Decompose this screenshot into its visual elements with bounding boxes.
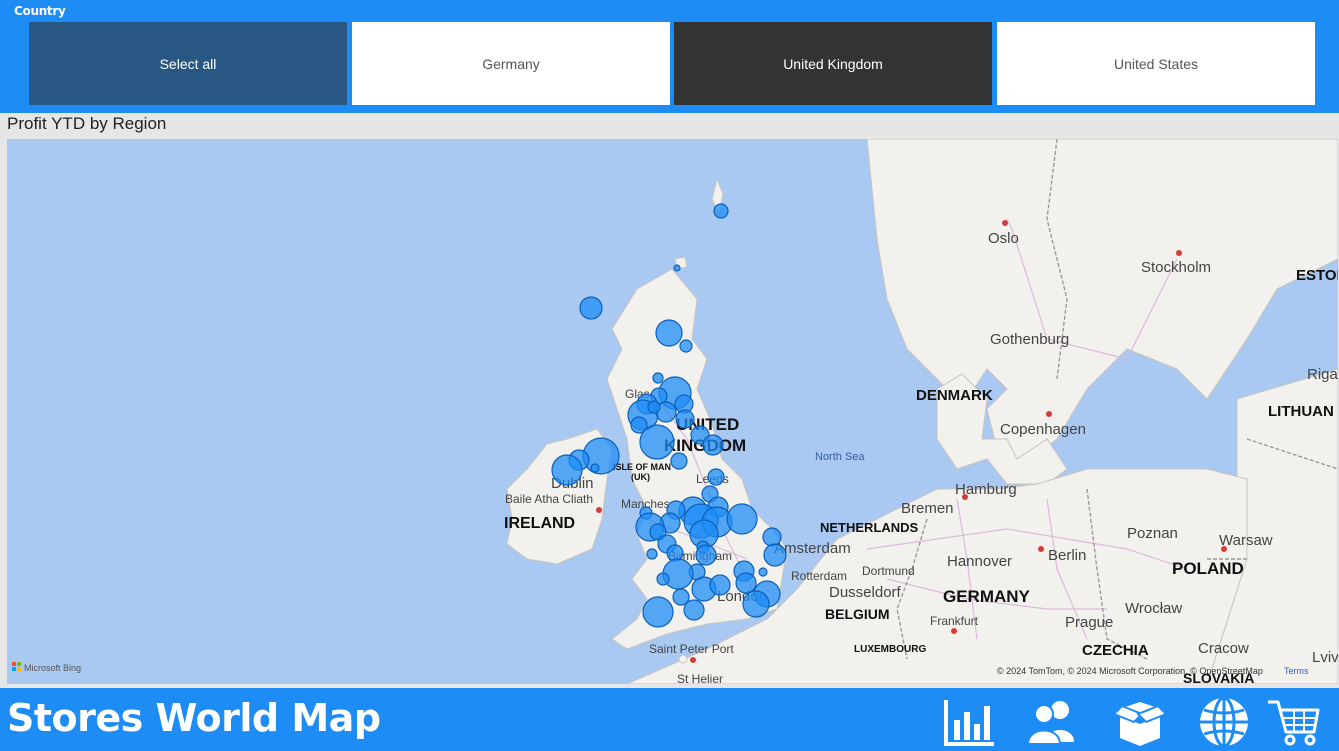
slicer-option-select-all[interactable]: Select all: [29, 22, 347, 105]
label-poland: POLAND: [1172, 559, 1244, 578]
bubble[interactable]: [683, 599, 705, 621]
slicer-option-united-kingdom[interactable]: United Kingdom: [674, 22, 992, 105]
bubble[interactable]: [707, 468, 725, 486]
box-icon[interactable]: [1112, 696, 1168, 748]
bubble[interactable]: [655, 319, 683, 347]
bubble[interactable]: [646, 548, 658, 560]
bubble[interactable]: [726, 503, 758, 535]
label-belgium: BELGIUM: [825, 606, 890, 622]
bubble[interactable]: [713, 203, 729, 219]
label-dusseldorf: Dusseldorf: [829, 584, 902, 601]
label-bremen: Bremen: [901, 500, 954, 517]
label-berlin: Berlin: [1048, 547, 1086, 564]
bubble[interactable]: [662, 558, 694, 590]
label-gothenburg: Gothenburg: [990, 331, 1069, 348]
bubble[interactable]: [679, 339, 693, 353]
label-ireland: IRELAND: [504, 515, 575, 532]
label-saint-peter-port: Saint Peter Port: [649, 642, 734, 656]
bubble[interactable]: [735, 572, 757, 594]
cart-icon[interactable]: [1266, 696, 1322, 748]
label-germany: GERMANY: [943, 587, 1031, 606]
bubble[interactable]: [579, 296, 603, 320]
label-rotterdam: Rotterdam: [791, 569, 847, 583]
slicer-option-germany[interactable]: Germany: [352, 22, 670, 105]
bubble-layer[interactable]: [551, 203, 787, 628]
bubble[interactable]: [656, 572, 670, 586]
bar-chart-icon[interactable]: [942, 696, 998, 748]
slicer-option-united-states[interactable]: United States: [997, 22, 1315, 105]
label-stockholm: Stockholm: [1141, 259, 1211, 276]
label-prague: Prague: [1065, 614, 1113, 631]
label-oslo: Oslo: [988, 230, 1019, 247]
label-wroclaw: Wrocław: [1125, 600, 1182, 617]
globe-icon[interactable]: [1196, 696, 1252, 748]
bubble[interactable]: [590, 463, 600, 473]
bubble[interactable]: [551, 454, 583, 486]
label-hannover: Hannover: [947, 553, 1012, 570]
label-north-sea: North Sea: [815, 451, 865, 463]
label-lithuan: LITHUAN: [1268, 403, 1334, 420]
label-netherlands: NETHERLANDS: [820, 520, 919, 535]
bubble[interactable]: [758, 567, 768, 577]
bubble[interactable]: [763, 543, 787, 567]
label-cracow: Cracow: [1198, 640, 1249, 657]
slicer-option-label: Select all: [159, 55, 217, 72]
label-eston: ESTON: [1296, 267, 1338, 284]
map-attribution: © 2024 TomTom, © 2024 Microsoft Corporat…: [997, 666, 1263, 676]
label-dortmund: Dortmund: [862, 564, 915, 578]
map-canvas[interactable]: Oslo Stockholm ESTON Riga Gothenburg DEN…: [7, 139, 1338, 684]
footer-bar: Stores World Map: [0, 688, 1339, 751]
map-visual[interactable]: Oslo Stockholm ESTON Riga Gothenburg DEN…: [7, 139, 1338, 684]
bubble[interactable]: [762, 527, 782, 547]
label-poznan: Poznan: [1127, 525, 1178, 542]
page-title: Stores World Map: [7, 696, 381, 740]
bubble[interactable]: [695, 544, 717, 566]
users-icon[interactable]: [1024, 696, 1080, 748]
label-st-helier: St Helier: [677, 672, 723, 684]
bubble[interactable]: [666, 544, 684, 562]
bubble[interactable]: [670, 452, 688, 470]
bubble[interactable]: [709, 574, 731, 596]
bing-logo: Microsoft Bing: [12, 662, 81, 673]
country-slicer: Country Select all Germany United Kingdo…: [0, 0, 1339, 113]
label-warsaw: Warsaw: [1219, 532, 1273, 549]
slicer-option-label: United States: [1113, 55, 1199, 72]
slicer-title: Country: [14, 4, 66, 18]
bubble[interactable]: [742, 590, 770, 618]
label-frankfurt: Frankfurt: [930, 614, 979, 628]
label-isle-of-man-1: ISLE OF MAN: [613, 462, 671, 472]
bubble[interactable]: [652, 372, 664, 384]
slicer-option-label: Germany: [482, 55, 540, 72]
label-czechia: CZECHIA: [1082, 642, 1149, 659]
bubble[interactable]: [639, 424, 675, 460]
bubble[interactable]: [675, 409, 695, 429]
map-terms-link[interactable]: Terms: [1284, 666, 1309, 676]
slicer-option-label: United Kingdom: [783, 55, 883, 72]
label-luxembourg: LUXEMBOURG: [854, 644, 926, 655]
label-denmark: DENMARK: [916, 387, 993, 404]
label-lviv: Lviv: [1312, 649, 1338, 666]
bing-logo-text: Microsoft Bing: [24, 663, 81, 673]
label-baile: Baile Atha Cliath: [505, 492, 593, 506]
label-isle-of-man-2: (UK): [631, 472, 650, 482]
bubble[interactable]: [647, 400, 661, 414]
bubble[interactable]: [642, 596, 674, 628]
label-hamburg: Hamburg: [955, 481, 1017, 498]
bubble[interactable]: [702, 434, 724, 456]
label-copenhagen: Copenhagen: [1000, 421, 1086, 438]
bubble[interactable]: [673, 264, 681, 272]
label-riga: Riga: [1307, 366, 1338, 383]
visual-title: Profit YTD by Region: [7, 114, 167, 133]
